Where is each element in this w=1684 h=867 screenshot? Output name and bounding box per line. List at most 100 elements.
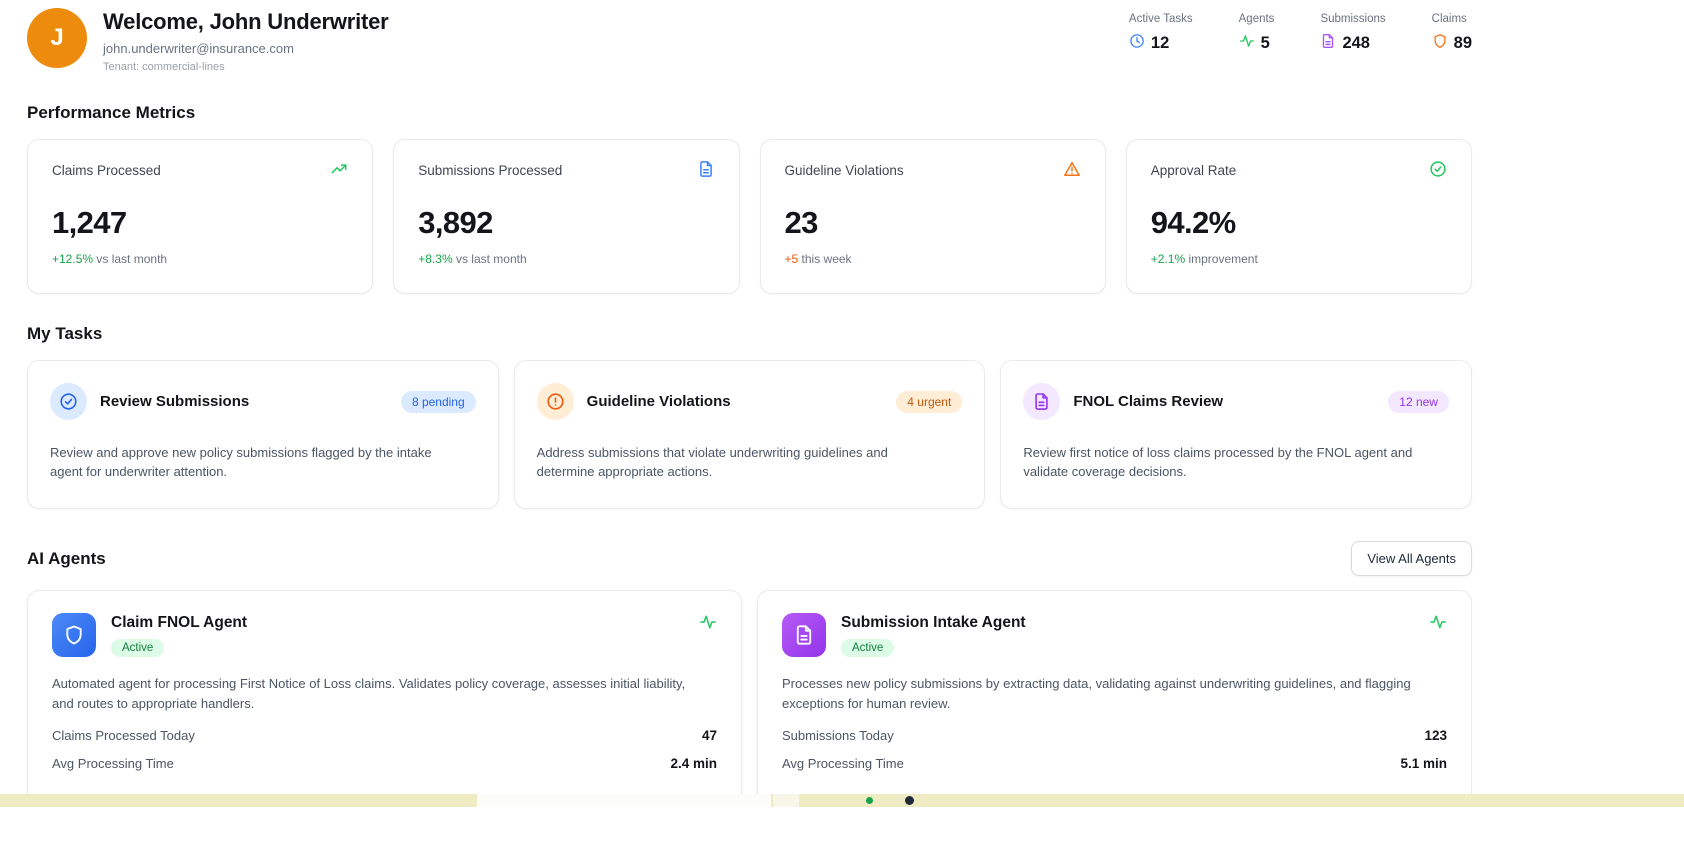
tasks-grid: Review Submissions 8 pending Review and … (27, 360, 1472, 509)
agents-grid: Claim FNOL Agent Active Automated agent … (27, 590, 1472, 822)
green-dot-icon (866, 797, 873, 804)
dark-dot-icon (905, 796, 914, 805)
task-card-guideline-violations[interactable]: Guideline Violations 4 urgent Address su… (514, 360, 986, 509)
view-all-agents-button[interactable]: View All Agents (1351, 541, 1472, 576)
clock-icon (1129, 33, 1145, 54)
metric-card-approval-rate: Approval Rate 94.2% +2.1% improvement (1126, 139, 1472, 294)
metric-value: 94.2% (1151, 205, 1447, 241)
agent-stat-label: Submissions Today (782, 728, 894, 743)
ai-agents-heading: AI Agents (27, 549, 106, 569)
pulse-icon (1429, 613, 1447, 636)
metric-sub: +2.1% improvement (1151, 252, 1447, 266)
user-text: Welcome, John Underwriter john.underwrit… (103, 8, 389, 73)
metric-label: Claims Processed (52, 163, 161, 178)
metric-card-guideline-violations: Guideline Violations 23 +5 this week (760, 139, 1106, 294)
stat-claims: Claims 89 (1432, 13, 1472, 54)
avatar-initial: J (50, 24, 63, 52)
task-title: FNOL Claims Review (1073, 393, 1223, 410)
agent-status-badge: Active (841, 639, 894, 657)
metric-sub: +8.3% vs last month (418, 252, 714, 266)
stat-value: 89 (1454, 34, 1472, 53)
page-title: Welcome, John Underwriter (103, 9, 389, 35)
stat-label: Active Tasks (1129, 13, 1193, 25)
agent-card-submission-intake[interactable]: Submission Intake Agent Active Processes… (757, 590, 1472, 822)
agent-stats: Claims Processed Today 47 Avg Processing… (52, 728, 717, 771)
task-description: Review and approve new policy submission… (50, 444, 476, 482)
agent-card-claim-fnol[interactable]: Claim FNOL Agent Active Automated agent … (27, 590, 742, 822)
metric-suffix: improvement (1185, 252, 1258, 266)
trend-up-icon (330, 160, 348, 181)
user-email: john.underwriter@insurance.com (103, 41, 389, 56)
stat-label: Claims (1432, 13, 1472, 25)
task-description: Address submissions that violate underwr… (537, 444, 963, 482)
ai-agents-header: AI Agents View All Agents (27, 541, 1472, 576)
metric-suffix: vs last month (93, 252, 167, 266)
metric-delta: +2.1% (1151, 252, 1185, 266)
metric-sub: +5 this week (785, 252, 1081, 266)
metric-card-claims-processed: Claims Processed 1,247 +12.5% vs last mo… (27, 139, 373, 294)
check-circle-icon (50, 383, 87, 420)
agent-stat-row: Avg Processing Time 5.1 min (782, 756, 1447, 771)
shield-icon (52, 613, 96, 657)
agent-stat-label: Avg Processing Time (782, 756, 904, 771)
metric-delta: +5 (785, 252, 799, 266)
performance-metrics-heading: Performance Metrics (27, 103, 1472, 123)
document-icon (1320, 33, 1336, 54)
user-info: J Welcome, John Underwriter john.underwr… (27, 8, 389, 73)
pulse-icon (699, 613, 717, 636)
metric-suffix: this week (798, 252, 851, 266)
document-icon (782, 613, 826, 657)
agent-stat-label: Claims Processed Today (52, 728, 195, 743)
alert-circle-icon (537, 383, 574, 420)
stat-value: 5 (1261, 34, 1270, 53)
agent-stat-value: 47 (702, 728, 717, 743)
bottom-region (0, 794, 1684, 867)
agent-stat-row: Submissions Today 123 (782, 728, 1447, 743)
performance-metrics-grid: Claims Processed 1,247 +12.5% vs last mo… (27, 139, 1472, 294)
warning-icon (1063, 160, 1081, 181)
metric-value: 3,892 (418, 205, 714, 241)
metric-suffix: vs last month (453, 252, 527, 266)
metric-label: Submissions Processed (418, 163, 562, 178)
task-badge: 8 pending (401, 391, 476, 413)
task-title: Guideline Violations (587, 393, 731, 410)
pulse-icon (1239, 33, 1255, 54)
stat-active-tasks: Active Tasks 12 (1129, 13, 1193, 54)
task-card-fnol-claims-review[interactable]: FNOL Claims Review 12 new Review first n… (1000, 360, 1472, 509)
metric-label: Guideline Violations (785, 163, 904, 178)
metric-value: 1,247 (52, 205, 348, 241)
metric-card-submissions-processed: Submissions Processed 3,892 +8.3% vs las… (393, 139, 739, 294)
agent-description: Automated agent for processing First Not… (52, 674, 717, 713)
agent-stat-value: 2.4 min (670, 756, 717, 771)
agent-stat-value: 5.1 min (1400, 756, 1447, 771)
stat-value: 248 (1342, 34, 1370, 53)
my-tasks-heading: My Tasks (27, 324, 1472, 344)
agent-stat-value: 123 (1424, 728, 1447, 743)
task-card-review-submissions[interactable]: Review Submissions 8 pending Review and … (27, 360, 499, 509)
agent-description: Processes new policy submissions by extr… (782, 674, 1447, 713)
metric-delta: +8.3% (418, 252, 452, 266)
metric-value: 23 (785, 205, 1081, 241)
task-description: Review first notice of loss claims proce… (1023, 444, 1449, 482)
avatar[interactable]: J (27, 8, 87, 68)
stat-agents: Agents 5 (1239, 13, 1275, 54)
dashboard-page: J Welcome, John Underwriter john.underwr… (27, 0, 1472, 822)
document-icon (1023, 383, 1060, 420)
metric-sub: +12.5% vs last month (52, 252, 348, 266)
agent-stat-row: Claims Processed Today 47 (52, 728, 717, 743)
agent-title: Claim FNOL Agent (111, 614, 247, 632)
shield-icon (1432, 33, 1448, 54)
task-badge: 4 urgent (896, 391, 962, 413)
taskbar[interactable] (0, 794, 1684, 807)
agent-title: Submission Intake Agent (841, 614, 1026, 632)
metric-label: Approval Rate (1151, 163, 1237, 178)
check-circle-icon (1429, 160, 1447, 181)
agent-status-badge: Active (111, 639, 164, 657)
agent-stat-row: Avg Processing Time 2.4 min (52, 756, 717, 771)
task-title: Review Submissions (100, 393, 249, 410)
taskbar-segment (773, 794, 799, 807)
stat-label: Agents (1239, 13, 1275, 25)
stat-value: 12 (1151, 34, 1169, 53)
stat-submissions: Submissions 248 (1320, 13, 1385, 54)
document-icon (697, 160, 715, 181)
